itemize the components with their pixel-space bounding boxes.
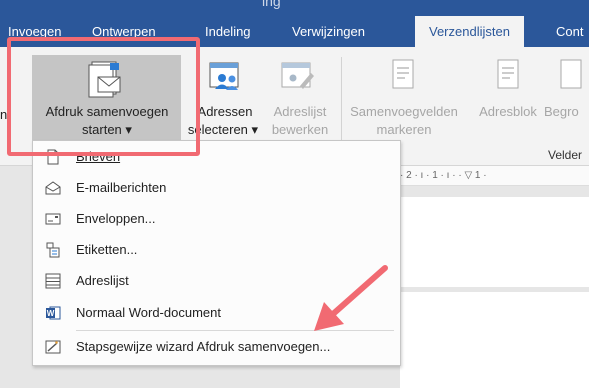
menu-item-etiketten[interactable]: Etiketten... <box>33 235 398 265</box>
word-icon: W <box>46 306 61 320</box>
menu-item-normaal-word-document[interactable]: W Normaal Word-document <box>33 298 398 328</box>
chevron-down-icon: ▾ <box>251 122 259 137</box>
tab-verzendlijsten[interactable]: Verzendlijsten <box>415 16 524 47</box>
edit-list-icon <box>281 62 314 89</box>
tab-cont[interactable]: Cont <box>556 16 583 47</box>
svg-text:W: W <box>47 309 55 318</box>
menu-item-adreslijst[interactable]: Adreslijst <box>33 266 398 296</box>
select-recipients-label-line1[interactable]: Adressen <box>194 104 256 120</box>
edit-list-label-line1: Adreslijst <box>273 104 327 119</box>
title-fragment: ing <box>262 0 281 9</box>
menu-separator <box>76 330 394 331</box>
highlight-fields-label-line1: Samenvoegvelden <box>350 104 458 119</box>
highlight-fields-icon <box>392 59 414 89</box>
document-page <box>400 292 589 388</box>
title-bar: ing <box>0 0 589 16</box>
greeting-line-label: Begro <box>544 104 579 119</box>
menu-item-email[interactable]: E-mailberichten <box>33 173 398 203</box>
menu-item-enveloppen[interactable]: Enveloppen... <box>33 204 398 234</box>
menu-item-label: Enveloppen... <box>76 211 156 226</box>
menu-item-label: E-mailberichten <box>76 180 167 195</box>
ribbon-separator <box>341 57 342 147</box>
wizard-icon <box>45 340 61 354</box>
address-block-label: Adresblok <box>479 104 537 119</box>
email-icon <box>45 181 61 195</box>
group-label-velden: Velder <box>548 148 583 162</box>
envelope-icon <box>45 213 61 225</box>
tab-indeling[interactable]: Indeling <box>205 16 251 47</box>
ruler: · 2 · ı · 1 · ı · · ▽ 1 · <box>400 166 589 186</box>
address-block-icon <box>497 59 519 89</box>
highlight-fields-label-line2: markeren <box>376 122 432 137</box>
menu-item-label: Adreslijst <box>76 273 129 288</box>
menu-item-wizard[interactable]: Stapsgewijze wizard Afdruk samenvoegen..… <box>33 332 398 362</box>
menu-item-label: Etiketten... <box>76 242 138 257</box>
labels-icon <box>46 242 60 258</box>
edit-list-label-line2: bewerken <box>271 122 329 137</box>
tab-verwijzingen[interactable]: Verwijzingen <box>292 16 365 47</box>
menu-item-label: Stapsgewijze wizard Afdruk samenvoegen..… <box>76 339 331 354</box>
document-page <box>400 197 589 287</box>
highlight-box <box>7 37 200 156</box>
recipients-icon <box>209 62 239 90</box>
greeting-line-icon <box>560 59 582 89</box>
menu-item-label: Normaal Word-document <box>76 305 221 320</box>
list-icon <box>45 273 61 289</box>
mail-merge-dropdown-menu: Brieven E-mailberichten Enveloppen... Et… <box>32 140 401 366</box>
